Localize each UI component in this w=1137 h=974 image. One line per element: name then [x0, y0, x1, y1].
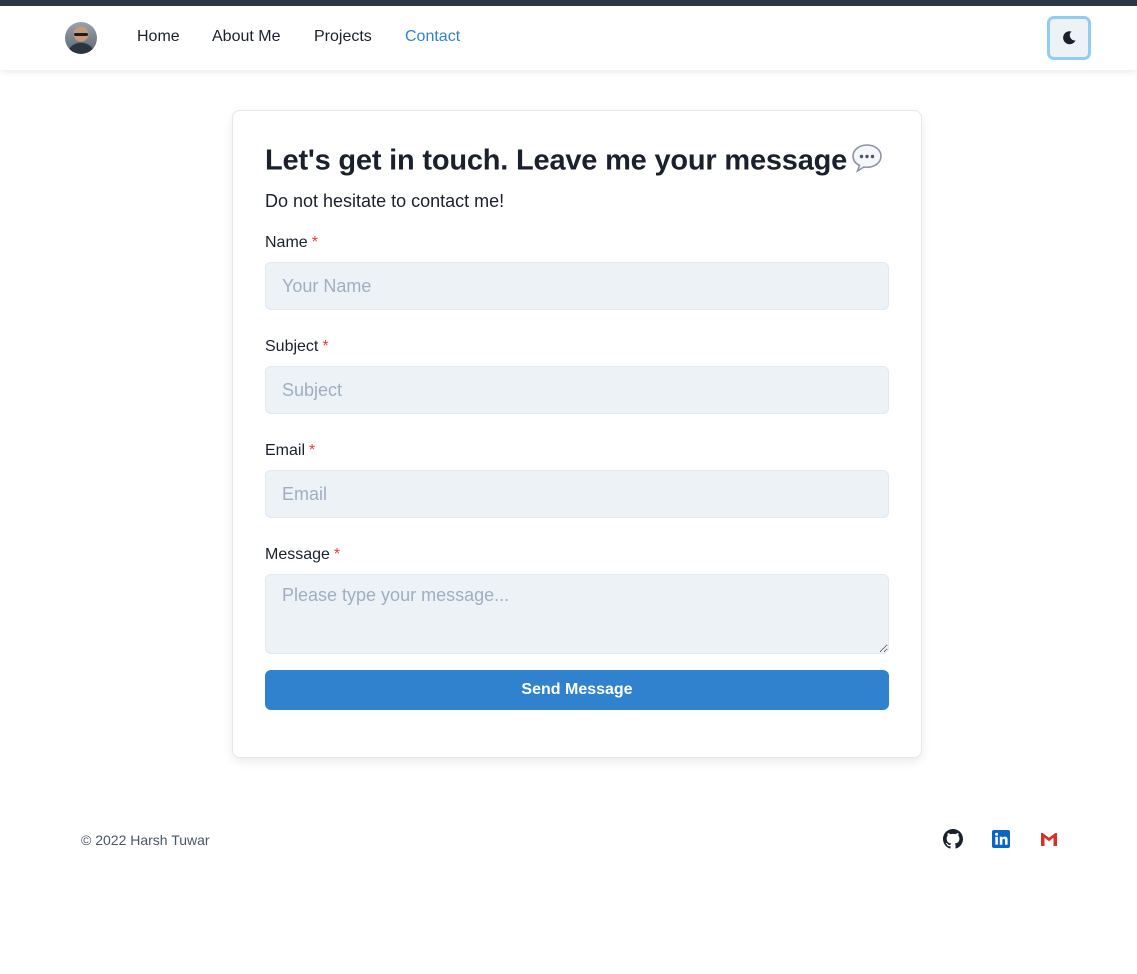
required-mark: *	[322, 338, 329, 355]
message-label: Message *	[265, 546, 340, 564]
message-label-text: Message	[265, 546, 330, 563]
theme-toggle-button[interactable]	[1047, 16, 1091, 60]
subject-label-text: Subject	[265, 338, 319, 355]
send-message-button[interactable]: Send Message	[265, 670, 889, 710]
email-label-text: Email	[265, 442, 306, 459]
required-mark: *	[333, 546, 341, 563]
nav-link-projects[interactable]: Projects	[314, 28, 372, 46]
contact-card: Let's get in touch. Leave me your messag…	[232, 110, 922, 758]
name-label: Name *	[265, 234, 318, 252]
linkedin-link[interactable]	[991, 829, 1011, 849]
nav-link-contact[interactable]: Contact	[405, 28, 460, 46]
avatar[interactable]	[65, 22, 97, 54]
message-textarea[interactable]	[265, 574, 889, 654]
linkedin-icon	[992, 830, 1010, 848]
name-label-text: Name	[265, 234, 308, 251]
copyright-text: © 2022 Harsh Tuwar	[81, 832, 210, 848]
navbar: Home About Me Projects Contact	[0, 6, 1137, 70]
email-input[interactable]	[265, 470, 889, 518]
nav-link-about-me[interactable]: About Me	[212, 28, 280, 46]
email-label: Email *	[265, 442, 315, 460]
subject-input[interactable]	[265, 366, 889, 414]
name-input[interactable]	[265, 262, 889, 310]
gmail-icon	[1041, 833, 1057, 846]
speech-bubble-icon	[851, 143, 883, 181]
moon-icon	[1063, 31, 1076, 45]
subject-label: Subject *	[265, 338, 329, 356]
required-mark: *	[309, 442, 316, 459]
required-mark: *	[311, 234, 318, 251]
nav-link-home[interactable]: Home	[137, 28, 180, 46]
github-link[interactable]	[943, 829, 963, 849]
page-title: Let's get in touch. Leave me your messag…	[265, 143, 883, 181]
page-title-text: Let's get in touch. Leave me your messag…	[265, 144, 848, 177]
github-icon	[943, 829, 963, 849]
gmail-link[interactable]	[1039, 829, 1059, 849]
page-subtitle: Do not hesitate to contact me!	[265, 191, 505, 211]
